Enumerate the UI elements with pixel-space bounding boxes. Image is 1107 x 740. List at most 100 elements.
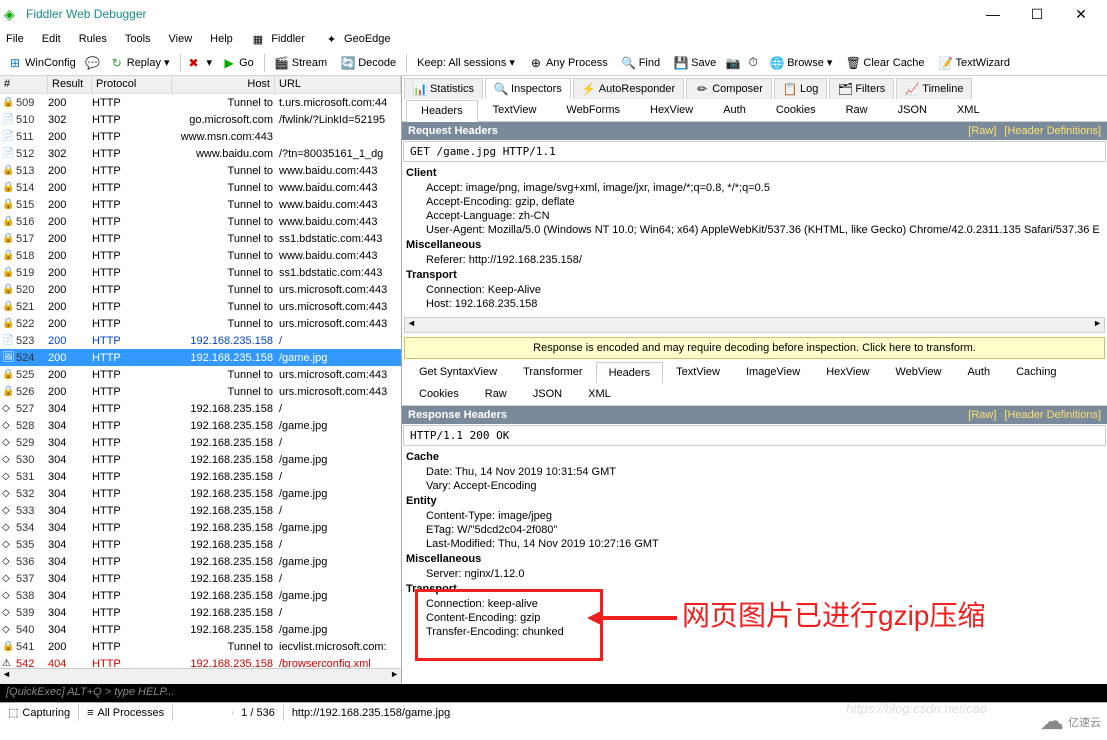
camera-icon[interactable]: 📷 <box>726 56 740 70</box>
menu-view[interactable]: View <box>167 31 195 47</box>
close-button[interactable]: ✕ <box>1059 0 1103 28</box>
session-row[interactable]: 🔒526200HTTPTunnel tours.microsoft.com:44… <box>0 383 401 400</box>
anyprocess-button[interactable]: ⊕Any Process <box>525 54 612 72</box>
session-row[interactable]: 🔒525200HTTPTunnel tours.microsoft.com:44… <box>0 366 401 383</box>
request-tab-hexview[interactable]: HexView <box>635 99 708 121</box>
decode-banner[interactable]: Response is encoded and may require deco… <box>404 337 1105 359</box>
inspector-tab-composer[interactable]: ✏Composer <box>686 78 772 99</box>
col-num[interactable]: # <box>0 76 48 93</box>
keep-dropdown[interactable]: Keep: All sessions▾ <box>413 54 519 71</box>
session-row[interactable]: ◇529304HTTP192.168.235.158/ <box>0 434 401 451</box>
menu-fiddler[interactable]: ▦Fiddler <box>249 29 309 50</box>
request-tab-auth[interactable]: Auth <box>708 99 761 121</box>
request-raw-link[interactable]: [Raw] <box>968 125 996 137</box>
minimize-button[interactable]: — <box>971 0 1015 28</box>
grid-hscroll[interactable] <box>0 668 401 684</box>
session-row[interactable]: 🔒518200HTTPTunnel towww.baidu.com:443 <box>0 247 401 264</box>
session-row[interactable]: 🔒541200HTTPTunnel toiecvlist.microsoft.c… <box>0 638 401 655</box>
find-button[interactable]: 🔍Find <box>618 54 664 72</box>
decode-button[interactable]: 🔄Decode <box>337 54 400 72</box>
request-tab-textview[interactable]: TextView <box>478 99 552 121</box>
inspector-tab-autoresponder[interactable]: ⚡AutoResponder <box>573 78 684 99</box>
col-host[interactable]: Host <box>172 76 275 93</box>
session-row[interactable]: ◇530304HTTP192.168.235.158/game.jpg <box>0 451 401 468</box>
request-tab-raw[interactable]: Raw <box>831 99 883 121</box>
response-raw-link[interactable]: [Raw] <box>968 409 996 421</box>
col-url[interactable]: URL <box>275 76 401 93</box>
session-row[interactable]: 🔒521200HTTPTunnel tours.microsoft.com:44… <box>0 298 401 315</box>
menu-geoedge[interactable]: ✦GeoEdge <box>323 29 395 50</box>
response-defs-link[interactable]: [Header Definitions] <box>1004 409 1101 421</box>
col-protocol[interactable]: Protocol <box>92 76 172 93</box>
grid-body[interactable]: 🔒509200HTTPTunnel tot.urs.microsoft.com:… <box>0 94 401 668</box>
session-row[interactable]: ◇537304HTTP192.168.235.158/ <box>0 570 401 587</box>
response-tab-transformer[interactable]: Transformer <box>510 361 596 383</box>
process-filter[interactable]: ≡All Processes <box>79 705 173 721</box>
remove-icon[interactable]: ✖ <box>187 56 201 70</box>
menu-rules[interactable]: Rules <box>77 31 109 47</box>
session-row[interactable]: ◇540304HTTP192.168.235.158/game.jpg <box>0 621 401 638</box>
inspector-tab-inspectors[interactable]: 🔍Inspectors <box>485 78 571 99</box>
response-tab-headers[interactable]: Headers <box>596 362 664 384</box>
session-row[interactable]: ◇528304HTTP192.168.235.158/game.jpg <box>0 417 401 434</box>
session-row[interactable]: 📄523200HTTP192.168.235.158/ <box>0 332 401 349</box>
session-row[interactable]: ◇539304HTTP192.168.235.158/ <box>0 604 401 621</box>
textwizard-button[interactable]: 📝TextWizard <box>935 54 1014 72</box>
menu-file[interactable]: File <box>4 31 26 47</box>
col-result[interactable]: Result <box>48 76 92 93</box>
menu-help[interactable]: Help <box>208 31 235 47</box>
maximize-button[interactable]: ☐ <box>1015 0 1059 28</box>
session-row[interactable]: 🔒516200HTTPTunnel towww.baidu.com:443 <box>0 213 401 230</box>
session-row[interactable]: 🔒513200HTTPTunnel towww.baidu.com:443 <box>0 162 401 179</box>
session-row[interactable]: 📄511200HTTPwww.msn.com:443 <box>0 128 401 145</box>
session-row[interactable]: 🔒520200HTTPTunnel tours.microsoft.com:44… <box>0 281 401 298</box>
response-tab-caching[interactable]: Caching <box>1003 361 1069 383</box>
session-row[interactable]: 🔒515200HTTPTunnel towww.baidu.com:443 <box>0 196 401 213</box>
session-row[interactable]: 🔒514200HTTPTunnel towww.baidu.com:443 <box>0 179 401 196</box>
response-tab-webview[interactable]: WebView <box>882 361 954 383</box>
inspector-tab-statistics[interactable]: 📊Statistics <box>404 78 483 99</box>
browse-button[interactable]: 🌐Browse▾ <box>766 54 836 72</box>
session-row[interactable]: ◇527304HTTP192.168.235.158/ <box>0 400 401 417</box>
request-tab-cookies[interactable]: Cookies <box>761 99 831 121</box>
response-tab-getsyntaxview[interactable]: Get SyntaxView <box>406 361 510 383</box>
session-row[interactable]: 🔒519200HTTPTunnel toss1.bdstatic.com:443 <box>0 264 401 281</box>
request-tab-xml[interactable]: XML <box>942 99 995 121</box>
response-tab-auth[interactable]: Auth <box>954 361 1003 383</box>
winconfig-button[interactable]: ⊞WinConfig <box>4 54 80 72</box>
capturing-indicator[interactable]: ⬚Capturing <box>0 704 79 721</box>
response-tab-cookies[interactable]: Cookies <box>406 383 472 405</box>
replay-button[interactable]: ↻Replay▾ <box>106 54 174 72</box>
inspector-tab-log[interactable]: 📋Log <box>774 78 827 99</box>
request-defs-link[interactable]: [Header Definitions] <box>1004 125 1101 137</box>
response-tab-raw[interactable]: Raw <box>472 383 520 405</box>
stream-button[interactable]: 🎬Stream <box>271 54 331 72</box>
response-tab-hexview[interactable]: HexView <box>813 361 882 383</box>
request-hscroll[interactable]: ◄► <box>404 317 1105 333</box>
session-row[interactable]: 🔒509200HTTPTunnel tot.urs.microsoft.com:… <box>0 94 401 111</box>
menu-edit[interactable]: Edit <box>40 31 63 47</box>
session-row[interactable]: 🖼524200HTTP192.168.235.158/game.jpg <box>0 349 401 366</box>
session-row[interactable]: ◇538304HTTP192.168.235.158/game.jpg <box>0 587 401 604</box>
session-row[interactable]: ◇535304HTTP192.168.235.158/ <box>0 536 401 553</box>
session-row[interactable]: ◇531304HTTP192.168.235.158/ <box>0 468 401 485</box>
inspector-tab-timeline[interactable]: 📈Timeline <box>896 78 972 99</box>
session-row[interactable]: 📄510302HTTPgo.microsoft.com/fwlink/?Link… <box>0 111 401 128</box>
go-button[interactable]: ▶Go <box>218 54 258 72</box>
request-tab-json[interactable]: JSON <box>883 99 942 121</box>
menu-tools[interactable]: Tools <box>123 31 153 47</box>
save-button[interactable]: 💾Save <box>670 54 720 72</box>
response-tab-json[interactable]: JSON <box>520 383 575 405</box>
session-row[interactable]: ◇536304HTTP192.168.235.158/game.jpg <box>0 553 401 570</box>
session-row[interactable]: ◇532304HTTP192.168.235.158/game.jpg <box>0 485 401 502</box>
response-tab-imageview[interactable]: ImageView <box>733 361 813 383</box>
session-row[interactable]: ⚠542404HTTP192.168.235.158/browserconfig… <box>0 655 401 668</box>
request-tab-webforms[interactable]: WebForms <box>551 99 635 121</box>
inspector-tab-filters[interactable]: 🗂Filters <box>829 78 894 99</box>
comment-icon[interactable]: 💬 <box>86 56 100 70</box>
session-row[interactable]: ◇534304HTTP192.168.235.158/game.jpg <box>0 519 401 536</box>
request-tab-headers[interactable]: Headers <box>406 100 478 122</box>
session-row[interactable]: ◇533304HTTP192.168.235.158/ <box>0 502 401 519</box>
session-row[interactable]: 🔒517200HTTPTunnel toss1.bdstatic.com:443 <box>0 230 401 247</box>
session-row[interactable]: 📄512302HTTPwww.baidu.com/?tn=80035161_1_… <box>0 145 401 162</box>
